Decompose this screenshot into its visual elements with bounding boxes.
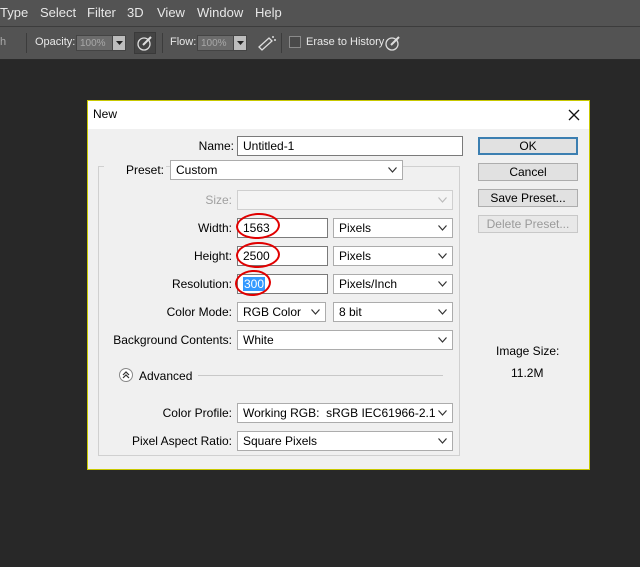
- separator: [26, 33, 27, 53]
- size-label: Size:: [205, 193, 232, 207]
- name-input[interactable]: Untitled-1: [237, 136, 463, 156]
- resolution-unit-select[interactable]: Pixels/Inch: [333, 274, 453, 294]
- mode-fragment[interactable]: h: [0, 36, 6, 48]
- chevron-down-icon: [438, 253, 447, 259]
- bit-depth-select[interactable]: 8 bit: [333, 302, 453, 322]
- color-mode-select[interactable]: RGB Color: [237, 302, 326, 322]
- width-unit-select[interactable]: Pixels: [333, 218, 453, 238]
- pixel-aspect-ratio-value: Square Pixels: [243, 434, 318, 448]
- advanced-toggle-button[interactable]: [119, 368, 133, 382]
- airbrush-icon: [258, 36, 276, 51]
- chevron-down-icon: [311, 309, 320, 315]
- resolution-input[interactable]: 300: [237, 274, 328, 294]
- bit-depth-value: 8 bit: [339, 305, 362, 319]
- flow-label: Flow:: [170, 36, 197, 48]
- dialog-title: New: [93, 107, 118, 121]
- image-size-label: Image Size:: [496, 344, 560, 358]
- resolution-value-selected: 300: [243, 277, 266, 291]
- height-unit-select[interactable]: Pixels: [333, 246, 453, 266]
- color-profile-label: Color Profile:: [162, 406, 232, 420]
- pixel-aspect-ratio-select[interactable]: Square Pixels: [237, 431, 453, 451]
- width-label: Width:: [197, 221, 232, 235]
- chevron-down-icon: [438, 337, 447, 343]
- background-contents-value: White: [243, 333, 274, 347]
- menubar: Type Select Filter 3D View Window Help: [0, 0, 640, 26]
- menu-window[interactable]: Window: [197, 5, 243, 20]
- chevron-down-icon: [438, 309, 447, 315]
- dialog-titlebar: New: [88, 101, 589, 129]
- width-unit-value: Pixels: [339, 221, 372, 235]
- new-document-dialog: New Name: Untitled-1 Preset: Custom Size…: [87, 100, 590, 470]
- pen-pressure-icon: [137, 36, 152, 51]
- image-size-value: 11.2M: [511, 366, 544, 380]
- height-input[interactable]: 2500: [237, 246, 328, 266]
- advanced-label: Advanced: [139, 369, 193, 383]
- tablet-pressure-opacity-button[interactable]: [134, 32, 156, 54]
- menu-3d[interactable]: 3D: [127, 5, 144, 20]
- chevron-down-icon: [116, 41, 123, 45]
- height-label: Height:: [193, 249, 232, 263]
- ok-button[interactable]: OK: [478, 137, 578, 155]
- menu-type[interactable]: Type: [0, 5, 28, 20]
- preset-select[interactable]: Custom: [170, 160, 403, 180]
- close-button[interactable]: [566, 107, 582, 123]
- name-label: Name:: [198, 139, 234, 153]
- pen-pressure-icon: [385, 36, 400, 51]
- menu-view[interactable]: View: [157, 5, 185, 20]
- chevron-down-icon: [237, 41, 244, 45]
- delete-preset-button[interactable]: Delete Preset...: [478, 215, 578, 233]
- menu-help[interactable]: Help: [255, 5, 282, 20]
- preset-label: Preset:: [104, 163, 166, 177]
- separator: [162, 33, 163, 53]
- color-mode-label: Color Mode:: [166, 305, 232, 319]
- opacity-input[interactable]: 100%: [76, 35, 114, 51]
- color-profile-select[interactable]: Working RGB: sRGB IEC61966-2.1: [237, 403, 453, 423]
- menu-select[interactable]: Select: [40, 5, 76, 20]
- background-contents-select[interactable]: White: [237, 330, 453, 350]
- resolution-label: Resolution:: [171, 277, 232, 291]
- advanced-divider: [198, 375, 443, 376]
- cancel-button[interactable]: Cancel: [478, 163, 578, 181]
- chevron-down-icon: [438, 225, 447, 231]
- save-preset-button[interactable]: Save Preset...: [478, 189, 578, 207]
- chevron-down-icon: [438, 281, 447, 287]
- color-profile-value: Working RGB: sRGB IEC61966-2.1: [243, 406, 436, 420]
- double-chevron-up-icon: [122, 371, 130, 379]
- erase-to-history-checkbox[interactable]: [289, 36, 301, 48]
- chevron-down-icon: [388, 167, 397, 173]
- options-bar: h Opacity: 100% Flow: 100% Erase to Hist…: [0, 26, 640, 60]
- background-contents-label: Background Contents:: [113, 333, 232, 347]
- chevron-down-icon: [438, 410, 447, 416]
- resolution-unit-value: Pixels/Inch: [339, 277, 398, 291]
- airbrush-button[interactable]: [255, 33, 277, 53]
- color-mode-value: RGB Color: [243, 305, 302, 319]
- opacity-dropdown-button[interactable]: [112, 35, 126, 51]
- flow-input[interactable]: 100%: [197, 35, 235, 51]
- close-icon: [568, 109, 580, 121]
- tablet-pressure-size-button[interactable]: [383, 33, 405, 53]
- flow-dropdown-button[interactable]: [233, 35, 247, 51]
- width-input[interactable]: 1563: [237, 218, 328, 238]
- separator: [281, 33, 282, 53]
- height-unit-value: Pixels: [339, 249, 372, 263]
- chevron-down-icon: [438, 438, 447, 444]
- preset-value: Custom: [176, 163, 218, 177]
- chevron-down-icon: [438, 197, 447, 203]
- menu-filter[interactable]: Filter: [87, 5, 116, 20]
- pixel-aspect-ratio-label: Pixel Aspect Ratio:: [131, 434, 232, 448]
- size-select[interactable]: [237, 190, 453, 210]
- opacity-label: Opacity:: [35, 36, 76, 48]
- erase-to-history-label: Erase to History: [306, 36, 385, 48]
